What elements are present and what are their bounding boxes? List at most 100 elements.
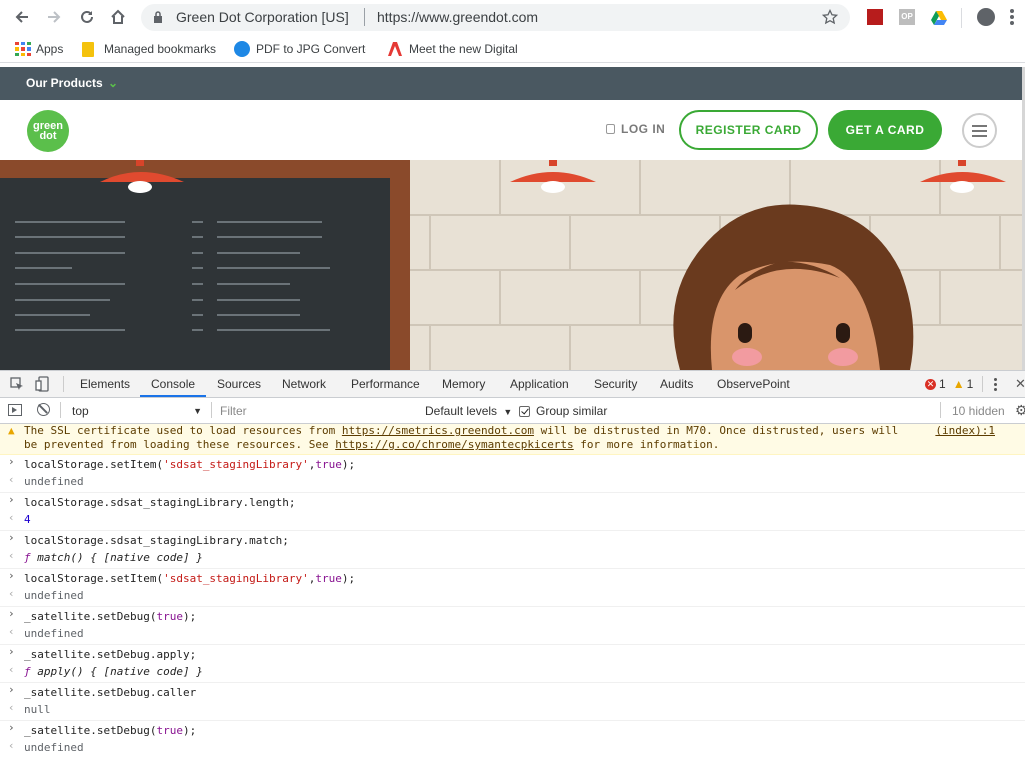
chevron-down-icon: ⌄: [108, 76, 119, 90]
hamburger-menu-button[interactable]: [962, 113, 997, 148]
op-extension-icon[interactable]: OP: [899, 9, 915, 25]
console-settings-gear-icon[interactable]: ⚙: [1015, 402, 1025, 419]
input-prompt-icon: ›: [8, 531, 15, 544]
console-input-row: › localStorage.setItem('sdsat_stagingLibr…: [0, 569, 1025, 587]
site-header: green dot LOG IN REGISTER CARD GET A CAR…: [0, 100, 1022, 160]
products-bar: Our Products ⌄: [0, 67, 1022, 100]
input-prompt-icon: ›: [8, 455, 15, 468]
get-a-card-button[interactable]: GET A CARD: [828, 110, 942, 150]
our-products-menu[interactable]: Our Products ⌄: [26, 76, 118, 90]
apps-grid-icon: [14, 41, 31, 57]
green-dot-logo[interactable]: green dot: [27, 110, 69, 152]
url-text[interactable]: https://www.greendot.com: [365, 9, 538, 25]
console-result-row: ‹ 4: [0, 511, 1025, 531]
bookmark-label: Apps: [36, 42, 64, 56]
register-card-button[interactable]: REGISTER CARD: [679, 110, 818, 150]
input-prompt-icon: ›: [8, 493, 15, 506]
code-text: );: [341, 458, 356, 471]
chrome-menu-icon[interactable]: [1010, 9, 1014, 25]
result-value: undefined: [24, 589, 84, 602]
tab-network[interactable]: Network: [282, 377, 326, 391]
console-input-row: › localStorage.setItem('sdsat_stagingLibr…: [0, 455, 1025, 473]
tab-memory[interactable]: Memory: [442, 377, 485, 391]
back-button[interactable]: [11, 6, 33, 28]
console-result-row: ‹ undefined: [0, 473, 1025, 493]
arrow-left-icon: [15, 11, 28, 23]
star-icon[interactable]: [822, 9, 838, 25]
code-keyword: true: [156, 724, 183, 737]
result-arrow-icon: ‹: [8, 549, 15, 562]
console-result-row[interactable]: ‹ ƒ apply() { [native code] }: [0, 663, 1025, 683]
warning-text: The SSL certificate used to load resourc…: [24, 424, 342, 437]
code-keyword: true: [315, 572, 342, 585]
result-value: 4: [24, 513, 31, 526]
reload-button[interactable]: [76, 6, 98, 28]
tab-elements[interactable]: Elements: [80, 377, 130, 391]
dropdown-arrow-icon: ▼: [193, 406, 202, 416]
code-text: );: [182, 610, 197, 623]
close-devtools-icon[interactable]: ✕: [1015, 376, 1025, 392]
group-similar-checkbox[interactable]: Group similar: [519, 404, 607, 418]
sidebar-toggle-icon[interactable]: [8, 404, 22, 416]
tab-sources[interactable]: Sources: [217, 377, 261, 391]
code-text: _satellite.setDebug(: [24, 724, 157, 737]
toolbar-divider: [940, 402, 941, 418]
tab-security[interactable]: Security: [594, 377, 637, 391]
console-toolbar: top ▼ Default levels ▼ Group similar 10 …: [0, 398, 1025, 424]
code-text: localStorage.setItem(: [24, 572, 164, 585]
console-result-row: ‹ undefined: [0, 625, 1025, 645]
console-warning-message: ▲ The SSL certificate used to load resou…: [0, 424, 1025, 455]
warning-source-link[interactable]: (index):1: [935, 424, 995, 438]
google-drive-icon[interactable]: [931, 9, 947, 25]
reload-icon: [81, 10, 93, 23]
result-arrow-icon: ‹: [8, 473, 15, 486]
bookmarks-bar: Apps Managed bookmarks PDF to JPG Conver…: [0, 35, 1025, 63]
profile-avatar-icon[interactable]: [977, 8, 995, 26]
console-input-row: › _satellite.setDebug.caller: [0, 683, 1025, 701]
context-selector[interactable]: top ▼: [68, 401, 208, 421]
warning-icon: ▲: [952, 377, 965, 391]
clear-console-icon[interactable]: [37, 403, 50, 416]
bookmark-apps[interactable]: Apps: [14, 41, 63, 57]
log-levels-dropdown[interactable]: Default levels ▼: [425, 404, 512, 418]
warning-link-symantec[interactable]: https://g.co/chrome/symantecpkicerts: [335, 438, 573, 451]
devtools-menu-icon[interactable]: [994, 378, 997, 391]
warning-link-smetrics[interactable]: https://smetrics.greendot.com: [342, 424, 534, 437]
bookmark-label: PDF to JPG Converte: [256, 42, 366, 56]
tab-application[interactable]: Application: [510, 377, 569, 391]
tab-performance[interactable]: Performance: [351, 377, 420, 391]
tab-console[interactable]: Console: [151, 377, 195, 391]
console-result-row: ‹ undefined: [0, 587, 1025, 607]
bookmark-adobe[interactable]: Meet the new Digital: [387, 41, 541, 57]
console-input-row: › _satellite.setDebug(true);: [0, 721, 1025, 739]
device-toolbar-icon[interactable]: [35, 376, 49, 392]
bookmark-managed[interactable]: Managed bookmarks: [82, 41, 216, 57]
console-input-row: › _satellite.setDebug(true);: [0, 607, 1025, 625]
arrow-right-icon: [48, 11, 61, 23]
home-button[interactable]: [107, 6, 129, 28]
login-link[interactable]: LOG IN: [606, 122, 665, 136]
inspect-element-icon[interactable]: [10, 377, 24, 391]
bookmark-label: Managed bookmarks: [104, 42, 217, 56]
tab-observepoint[interactable]: ObservePoint: [717, 377, 790, 391]
log-levels-label: Default levels: [425, 404, 498, 418]
address-bar[interactable]: Green Dot Corporation [US] https://www.g…: [141, 4, 850, 31]
hidden-messages-count: 10 hidden: [952, 404, 1005, 418]
result-arrow-icon: ‹: [8, 663, 15, 676]
forward-button[interactable]: [43, 6, 65, 28]
input-prompt-icon: ›: [8, 607, 15, 620]
toolbar-divider: [961, 8, 962, 28]
console-filter-input[interactable]: [216, 401, 416, 421]
code-text: localStorage.sdsat_stagingLibrary.length…: [24, 496, 296, 509]
red-extension-icon[interactable]: [867, 9, 883, 25]
error-counter[interactable]: ✕ 1 ▲ 1: [925, 377, 973, 391]
context-value: top: [72, 404, 89, 418]
tab-divider: [982, 376, 983, 392]
console-input-row: › localStorage.sdsat_stagingLibrary.lengt…: [0, 493, 1025, 511]
code-text: _satellite.setDebug.caller: [24, 686, 197, 699]
tab-audits[interactable]: Audits: [660, 377, 693, 391]
input-prompt-icon: ›: [8, 569, 15, 582]
bookmark-pdf-converter[interactable]: PDF to JPG Converte: [234, 41, 366, 57]
console-result-row[interactable]: ‹ ƒ match() { [native code] }: [0, 549, 1025, 569]
lock-icon: [606, 124, 615, 134]
